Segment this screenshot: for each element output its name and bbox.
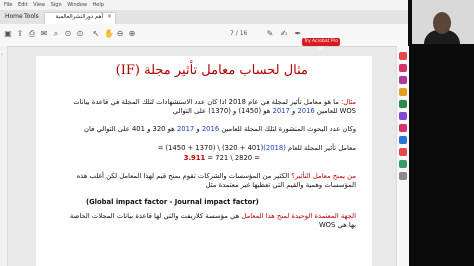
toolbar: ▣ ⇪ ⎙ ✉ ⌕ ⊙ ⊙ ↖ ✋ ⊖ ⊕ 7 / 16 ✎ ✍ ✒ Try A…	[0, 24, 408, 52]
document-tab-title: أهم دورالنشرالعالمية	[55, 14, 103, 20]
combine-files-icon[interactable]	[399, 100, 407, 108]
search-icon[interactable]: ⌕	[52, 30, 60, 38]
tab-home[interactable]: Home	[5, 13, 23, 20]
right-tools-rail	[396, 46, 409, 266]
papers-year-2016: 2016	[201, 125, 220, 133]
menu-file[interactable]: File	[4, 2, 12, 8]
papers-tail: هو 320 و 401 على التوالي فان	[84, 125, 177, 133]
sign-icon[interactable]: ✒	[294, 30, 302, 38]
try-acrobat-pro-button[interactable]: Try Acrobat Pro DC	[302, 38, 340, 52]
presenter-head	[433, 12, 451, 34]
page-indicator: 7 / 16	[230, 30, 247, 37]
result-value: 3.911	[183, 154, 206, 162]
result-line: 3.911 = 721 \ 2820 =	[64, 154, 356, 163]
email-icon[interactable]: ✉	[40, 30, 48, 38]
example-label: مثال:	[341, 98, 356, 106]
close-tab-icon[interactable]: ×	[107, 13, 112, 20]
slide-title: مثال لحساب معامل تأثير مجلة (IF)	[115, 63, 308, 78]
papers-paragraph: وكان عدد البحوث المنشورة لتلك المجلة للع…	[64, 125, 356, 134]
send-for-comments-icon[interactable]	[399, 160, 407, 168]
who-grants-paragraph: من يمنح معامل التأثير؟ الكثير من المؤسسا…	[64, 172, 356, 189]
zoom-in-icon[interactable]: ⊕	[128, 30, 136, 38]
fill-sign-icon[interactable]	[399, 148, 407, 156]
year-2016: 2016	[297, 106, 315, 115]
cursor-icon[interactable]: ↖	[92, 30, 100, 38]
left-navigation-rail: ›	[0, 46, 8, 266]
formula-text: معامل تأثير المجلة للعام	[285, 144, 356, 152]
menubar: File Edit View Sign Window Help	[0, 0, 408, 10]
redact-icon[interactable]	[399, 124, 407, 132]
year-2017: 2017	[272, 106, 290, 115]
acrobat-window: File Edit View Sign Window Help Home Too…	[0, 0, 409, 266]
page-separator: /	[235, 30, 238, 37]
organize-pages-icon[interactable]	[399, 112, 407, 120]
expand-left-panel-icon[interactable]: ›	[1, 52, 3, 58]
menu-help[interactable]: Help	[93, 2, 104, 8]
tab-tools[interactable]: Tools	[24, 13, 39, 20]
page-total: 16	[239, 30, 248, 37]
edit-pdf-icon[interactable]	[399, 76, 407, 84]
more-tools-icon[interactable]	[399, 172, 407, 180]
formula-year-2018: (2018)	[263, 144, 286, 152]
fake-factors-text: (Global impact factor - Journal impact f…	[86, 198, 259, 206]
zoom-out-icon[interactable]: ⊖	[116, 30, 124, 38]
papers-year-2017: 2017	[176, 125, 195, 133]
example-tail: هو (1450) و (1370) على التوالي	[172, 106, 273, 115]
comment-icon[interactable]: ✎	[266, 30, 274, 38]
upload-icon[interactable]: ⇪	[16, 30, 24, 38]
hand-icon[interactable]: ✋	[104, 30, 114, 38]
create-pdf-icon[interactable]	[399, 64, 407, 72]
menu-edit[interactable]: Edit	[18, 2, 28, 8]
print-icon[interactable]: ⎙	[28, 30, 36, 38]
next-page-icon[interactable]: ⊙	[76, 30, 84, 38]
formula-equation: = (1450 + 1370) \ (320 + 401)	[155, 144, 264, 152]
who-grants-label: من يمنح معامل التأثير؟	[291, 172, 356, 180]
pdf-page: مثال لحساب معامل تأثير مجلة (IF) مثال: م…	[36, 56, 372, 266]
papers-and: و	[194, 125, 202, 133]
result-calc: = 721 \ 2820 =	[205, 154, 260, 162]
papers-text: وكان عدد البحوث المنشورة لتلك المجلة للع…	[219, 125, 356, 133]
formula-line: معامل تأثير المجلة للعام (2018) = (1450 …	[64, 144, 356, 153]
authority-paragraph: الجهة المعتمدة الوحيدة لمنح هذا المعامل …	[64, 212, 356, 229]
page-current[interactable]: 7	[230, 30, 234, 37]
export-pdf-icon[interactable]	[399, 52, 407, 60]
example-paragraph: مثال: ما هو معامل تأثير لمجلة في عام 201…	[64, 98, 356, 115]
menu-view[interactable]: View	[33, 2, 45, 8]
fake-factors-line: (Global impact factor - Journal impact f…	[64, 198, 356, 207]
pen-icon[interactable]: ✍	[280, 30, 288, 38]
save-icon[interactable]: ▣	[4, 30, 12, 38]
prev-page-icon[interactable]: ⊙	[64, 30, 72, 38]
protect-icon[interactable]	[399, 136, 407, 144]
tab-bar: Home Tools أهم دورالنشرالعالمية ×	[0, 10, 408, 25]
comment-tool-icon[interactable]	[399, 88, 407, 96]
authority-label: الجهة المعتمدة الوحيدة لمنح هذا المعامل	[241, 212, 356, 220]
menu-window[interactable]: Window	[67, 2, 87, 8]
menu-sign[interactable]: Sign	[51, 2, 62, 8]
